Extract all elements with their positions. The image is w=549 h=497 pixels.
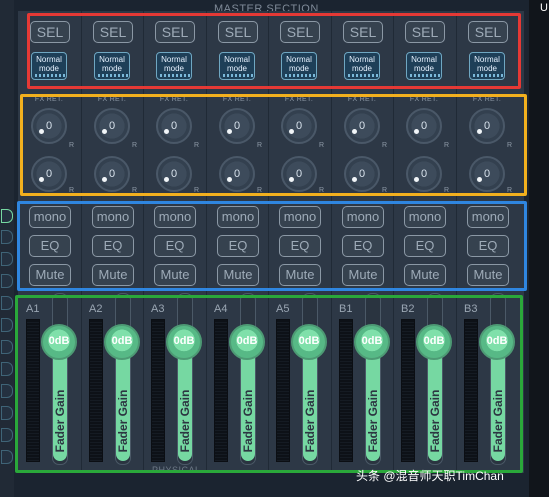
side-toggle[interactable] xyxy=(1,252,13,266)
left-sidebar-strip xyxy=(0,0,14,497)
watermark: 头条 @混音师天职TimChan xyxy=(356,469,504,483)
side-toggle[interactable] xyxy=(1,318,13,332)
side-toggle[interactable] xyxy=(1,274,13,288)
side-toggle[interactable] xyxy=(1,340,13,354)
side-toggle[interactable] xyxy=(1,362,13,376)
side-toggle[interactable] xyxy=(1,230,13,244)
fader-row-highlight xyxy=(15,295,523,473)
select-row-highlight xyxy=(27,13,521,89)
side-toggle[interactable] xyxy=(1,450,13,464)
side-toggle[interactable] xyxy=(1,209,13,223)
side-toggle[interactable] xyxy=(1,406,13,420)
side-toggle[interactable] xyxy=(1,296,13,310)
side-toggle[interactable] xyxy=(1,428,13,442)
button-row-highlight xyxy=(17,201,527,291)
right-sidebar-strip xyxy=(529,0,549,497)
fx-return-row-highlight xyxy=(20,94,527,196)
side-toggle[interactable] xyxy=(1,384,13,398)
corner-label: U xyxy=(540,2,548,14)
